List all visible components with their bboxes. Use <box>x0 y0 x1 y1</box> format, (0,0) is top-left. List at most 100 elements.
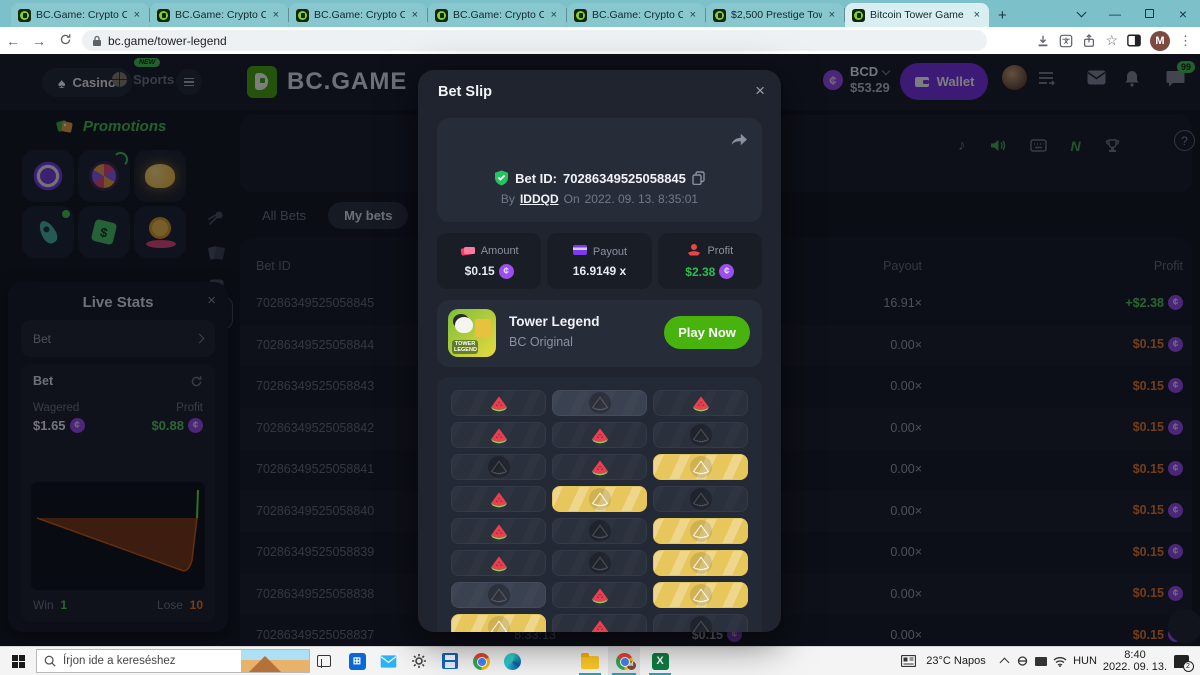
taskbar-search[interactable]: Írjon ide a kereséshez <box>36 649 310 673</box>
browser-tab[interactable]: BC.Game: Crypto Casi× <box>567 3 705 27</box>
tower-tile-gold[interactable] <box>653 582 748 608</box>
bet-info-card: Bet ID: 70286349525058845 By IDDQD On 20… <box>437 118 762 222</box>
wifi-icon[interactable] <box>1051 647 1069 675</box>
weather-widget[interactable] <box>241 650 309 672</box>
tab-close-icon[interactable]: × <box>688 9 698 21</box>
url-text: bc.game/tower-legend <box>108 34 227 48</box>
tab-close-icon[interactable]: × <box>132 9 142 21</box>
tower-grid-row <box>451 614 748 632</box>
notification-center-button[interactable]: 2 <box>1170 647 1192 675</box>
browser-profile-avatar[interactable]: M <box>1150 31 1170 51</box>
tower-tile-melon[interactable] <box>451 390 546 416</box>
share-arrow-icon[interactable] <box>730 132 748 152</box>
browser-tab[interactable]: $2,500 Prestige Tower× <box>706 3 844 27</box>
play-now-button[interactable]: Play Now <box>664 316 750 349</box>
tower-tile-melon[interactable] <box>451 518 546 544</box>
browser-tab[interactable]: BC.Game: Crypto Casi× <box>11 3 149 27</box>
tower-tile-ghost[interactable] <box>552 518 647 544</box>
onedrive-icon[interactable] <box>1014 647 1030 675</box>
excel-button[interactable]: X <box>645 647 675 675</box>
chrome-button[interactable] <box>467 647 495 675</box>
tower-tile-gold[interactable] <box>653 518 748 544</box>
tower-tile-melon[interactable] <box>552 422 647 448</box>
chrome-profile-icon: M <box>616 653 633 670</box>
chrome-profile-button[interactable]: M <box>608 647 640 675</box>
mail-button[interactable] <box>374 647 402 675</box>
browser-tab[interactable]: BC.Game: Crypto Casi× <box>289 3 427 27</box>
forward-icon[interactable]: → <box>26 33 52 49</box>
tower-tile-melon[interactable] <box>451 486 546 512</box>
tower-tile-ghost[interactable] <box>653 614 748 632</box>
modal-close-icon[interactable]: × <box>755 81 765 101</box>
tower-tile-melon[interactable] <box>451 550 546 576</box>
tab-close-icon[interactable]: × <box>827 9 837 21</box>
browser-tab-active[interactable]: Bitcoin Tower Game -× <box>845 3 989 27</box>
weather-tray-text[interactable]: 23°C Napos <box>921 647 991 675</box>
minimize-button[interactable]: — <box>1098 0 1132 27</box>
settings-button[interactable] <box>405 647 433 675</box>
browser-tab[interactable]: BC.Game: Crypto Casi× <box>428 3 566 27</box>
language-indicator[interactable]: HUN <box>1070 647 1100 675</box>
download-icon[interactable] <box>1036 34 1050 48</box>
ghost-watermelon-icon <box>690 616 712 632</box>
bcgame-favicon <box>157 9 170 22</box>
tower-tile-ghost-light[interactable] <box>552 390 647 416</box>
shield-check-icon <box>494 170 509 186</box>
tower-tile-gold[interactable] <box>552 486 647 512</box>
maximize-button[interactable] <box>1132 0 1166 27</box>
tab-close-icon[interactable]: × <box>410 9 420 21</box>
browser-tab[interactable]: BC.Game: Crypto Casi× <box>150 3 288 27</box>
player-name[interactable]: IDDQD <box>520 192 559 206</box>
start-button[interactable] <box>4 647 32 675</box>
tower-tile-melon[interactable] <box>451 422 546 448</box>
ghost-watermelon-icon <box>589 520 611 542</box>
bcgame-favicon <box>435 9 448 22</box>
tower-tile-ghost[interactable] <box>653 422 748 448</box>
tower-tile-gold[interactable] <box>451 614 546 632</box>
tab-search-chevron-icon[interactable] <box>1064 0 1098 27</box>
tower-tile-melon[interactable] <box>552 614 647 632</box>
chevron-up-icon[interactable] <box>996 647 1012 675</box>
bet-stat-payout[interactable]: Payout16.9149 x <box>547 233 651 289</box>
store-button[interactable]: ⊞ <box>343 647 371 675</box>
task-view-button[interactable] <box>310 647 338 675</box>
bet-stat-amount[interactable]: Amount$0.15¢ <box>437 233 541 289</box>
tower-tile-melon[interactable] <box>653 390 748 416</box>
clock[interactable]: 8:40 2022. 09. 13. <box>1102 647 1168 675</box>
edge-button[interactable] <box>498 647 526 675</box>
new-tab-button[interactable]: + <box>998 7 1007 24</box>
star-icon[interactable]: ☆ <box>1105 32 1118 49</box>
floppy-app-button[interactable] <box>436 647 464 675</box>
tower-tile-ghost[interactable] <box>552 550 647 576</box>
tower-tile-melon[interactable] <box>552 582 647 608</box>
close-button[interactable]: × <box>1166 0 1200 27</box>
windows-taskbar: Írjon ide a kereséshez ⊞ M X <box>0 646 1200 675</box>
reload-icon[interactable] <box>52 33 78 49</box>
ghost-watermelon-icon <box>589 552 611 574</box>
display-icon[interactable] <box>1033 647 1049 675</box>
tower-tile-ghost[interactable] <box>653 486 748 512</box>
back-icon[interactable]: ← <box>0 33 26 49</box>
tower-tile-ghost[interactable] <box>451 454 546 480</box>
news-tray-button[interactable] <box>898 647 918 675</box>
tower-grid-row <box>451 582 748 608</box>
menu-dots-icon[interactable]: ⋮ <box>1179 33 1192 49</box>
tower-tile-gold[interactable] <box>653 550 748 576</box>
tab-close-icon[interactable]: × <box>271 9 281 21</box>
tower-tile-gold[interactable] <box>653 454 748 480</box>
side-panel-icon[interactable] <box>1127 34 1141 47</box>
game-provider: BC Original <box>509 335 573 349</box>
tab-close-icon[interactable]: × <box>549 9 559 21</box>
tower-tile-ghost-light[interactable] <box>451 582 546 608</box>
translate-icon[interactable] <box>1059 34 1073 48</box>
file-explorer-button[interactable] <box>575 647 605 675</box>
copy-icon[interactable] <box>692 171 705 185</box>
tab-close-icon[interactable]: × <box>972 9 982 21</box>
share-icon[interactable] <box>1082 34 1096 48</box>
game-thumbnail[interactable]: TOWER LEGEND <box>448 309 496 357</box>
bet-stat-profit[interactable]: Profit$2.38¢ <box>658 233 762 289</box>
tower-tile-melon[interactable] <box>552 454 647 480</box>
watermelon-icon <box>590 587 610 604</box>
url-bar[interactable]: bc.game/tower-legend <box>82 30 987 51</box>
watermelon-icon <box>489 395 509 412</box>
